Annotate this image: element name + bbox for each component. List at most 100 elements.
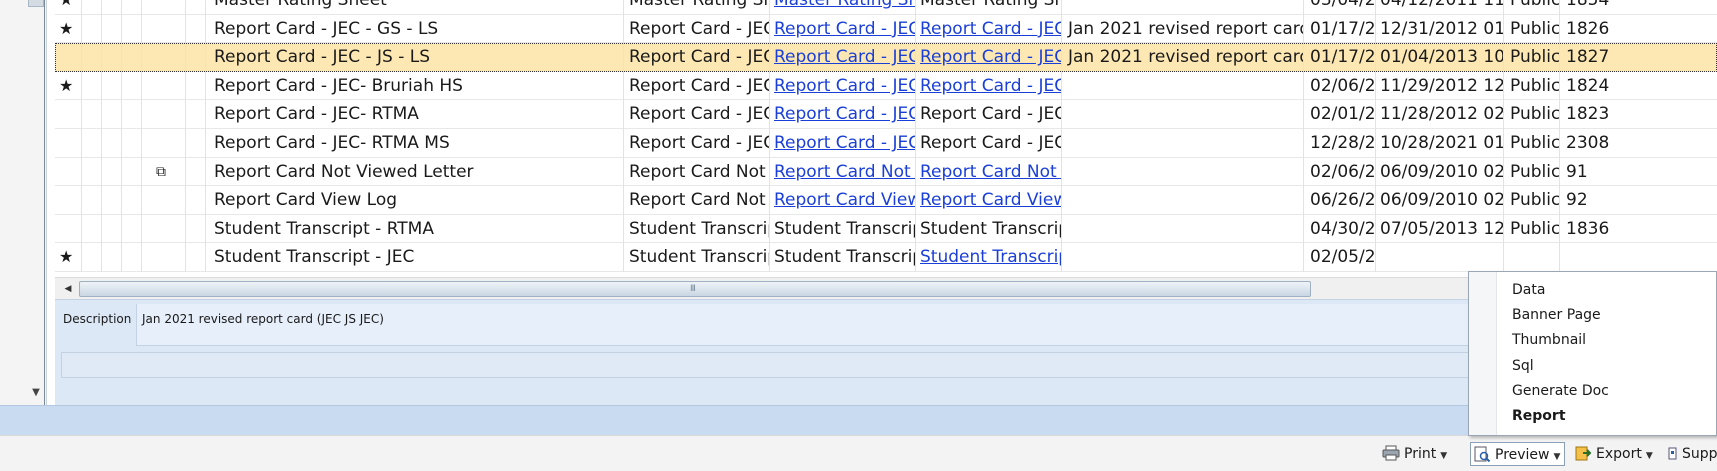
horizontal-scrollbar-thumb[interactable]: III (79, 281, 1311, 297)
favorite-star-icon[interactable]: ★ (55, 0, 81, 15)
grid-spacer (81, 243, 101, 272)
preview-button[interactable]: Preview ▼ (1470, 442, 1565, 466)
grid-spacer (81, 0, 101, 15)
grid-spacer (81, 129, 101, 158)
grid-spacer (121, 71, 141, 101)
table-row[interactable]: ★Master Rating SheetMaster Rating ShMast… (55, 0, 1717, 15)
favorite-star-icon[interactable] (55, 129, 81, 158)
report-link-cell[interactable]: Report Card View (769, 186, 915, 215)
table-row[interactable]: Report Card - JEC- RTMA MS Report Card - … (55, 129, 1717, 158)
report-link-cell[interactable]: Student Transcript (915, 243, 1061, 272)
export-dropdown-icon[interactable]: ▼ (1646, 451, 1653, 461)
report-type-icon (141, 43, 185, 72)
favorite-star-icon[interactable] (55, 215, 81, 244)
left-scrollbar[interactable]: ▼ (0, 0, 46, 405)
export-button[interactable]: Export ▼ (1574, 442, 1658, 466)
created-date-cell: 07/05/2013 12: (1375, 214, 1503, 244)
report-type-icon (141, 100, 185, 129)
printer-icon (1382, 445, 1400, 461)
report-type-icon (141, 129, 185, 158)
favorite-star-icon[interactable]: ★ (55, 15, 81, 44)
table-row[interactable]: Student Transcript - RTMA Student Transcr… (55, 214, 1717, 244)
favorite-star-icon[interactable] (55, 100, 81, 129)
grid-spacer (101, 71, 121, 101)
modified-date-cell: 02/06/2 (1303, 71, 1375, 101)
description-cell: Jan 2021 revised report card (J (1061, 14, 1303, 44)
report-link-cell[interactable]: Master Rating She (769, 0, 915, 15)
menu-item-sql[interactable]: Sql (1512, 355, 1702, 377)
id-cell: 92 (1559, 186, 1717, 215)
favorite-star-icon[interactable]: ★ (55, 243, 81, 272)
created-date-cell (1375, 243, 1503, 272)
report-link-cell[interactable]: Report Card - JEC (915, 43, 1061, 72)
support-button[interactable]: Supp (1668, 442, 1717, 466)
report-link-cell[interactable]: Report Card - JEC- (769, 71, 915, 101)
grid-spacer (185, 243, 205, 272)
table-row[interactable]: ★ Report Card - JEC- Bruriah HS Report Car… (55, 71, 1717, 101)
table-row[interactable]: Report Card - JEC- RTMA Report Card - JEC… (55, 100, 1717, 129)
report-link-cell[interactable]: Report Card - JEC (915, 14, 1061, 44)
favorite-star-icon[interactable]: ★ (55, 72, 81, 101)
table-row[interactable]: ★ Student Transcript - JEC Student Transcr… (55, 243, 1717, 272)
description-cell (1061, 157, 1303, 187)
grid-spacer (121, 0, 141, 15)
favorite-star-icon[interactable] (55, 186, 81, 215)
created-date-cell: 12/31/2012 01: (1375, 14, 1503, 44)
table-row[interactable]: Report Card View Log Report Card Not Repor… (55, 186, 1717, 215)
category-cell: Master Rating Sh (623, 0, 769, 15)
grid-spacer (121, 157, 141, 187)
description-cell (1061, 0, 1303, 15)
menu-item-data[interactable]: Data (1512, 279, 1702, 301)
export-label: Export (1596, 446, 1642, 462)
category-cell: Report Card - JEC (623, 100, 769, 129)
id-cell (1559, 243, 1717, 272)
grid-spacer (101, 214, 121, 244)
print-label: Print (1404, 446, 1437, 462)
report-link-cell[interactable]: Report Card - JEC- (769, 129, 915, 158)
favorite-star-icon[interactable] (55, 43, 81, 72)
menu-item-generate-doc[interactable]: Generate Doc (1512, 380, 1702, 402)
report-link-cell[interactable]: Report Card - JEC- (915, 71, 1061, 101)
menu-item-banner-page[interactable]: Banner Page (1512, 304, 1702, 326)
category-cell: Report Card - JEC (623, 129, 769, 158)
report-type-icon (141, 14, 185, 44)
description-cell (1061, 100, 1303, 129)
report-name-cell: Report Card - JEC- RTMA MS (205, 129, 623, 158)
grid-spacer (185, 43, 205, 72)
grid-spacer (101, 100, 121, 129)
report-link-cell[interactable]: Report Card Not Vi (769, 157, 915, 187)
report-link-cell[interactable]: Report Card View L (915, 186, 1061, 215)
report-link-cell[interactable]: Report Card - JEC- (769, 100, 915, 129)
description-cell (1061, 129, 1303, 158)
table-row-selected[interactable]: Report Card - JEC - JS - LS Report Card -… (55, 43, 1717, 72)
report-name-cell: Report Card - JEC - JS - LS (205, 43, 623, 72)
menu-item-thumbnail[interactable]: Thumbnail (1512, 329, 1702, 351)
grid-spacer (185, 186, 205, 215)
favorite-star-icon[interactable] (55, 158, 81, 187)
left-panel: ▼ (0, 0, 47, 405)
report-link-cell[interactable]: Report Card - JEC (769, 14, 915, 44)
print-dropdown-icon[interactable]: ▼ (1440, 451, 1447, 461)
access-cell: Public (1503, 100, 1559, 129)
id-cell: 2308 (1559, 129, 1717, 158)
report-link-cell[interactable]: Report Card Not Vi (915, 157, 1061, 187)
left-scrollbar-thumb[interactable] (28, 0, 44, 7)
id-cell: 1826 (1559, 14, 1717, 44)
table-row[interactable]: ⧉ Report Card Not Viewed Letter Report Car… (55, 157, 1717, 187)
id-cell: 1854 (1559, 0, 1717, 15)
print-button[interactable]: Print ▼ (1382, 442, 1462, 466)
access-cell: Public (1503, 157, 1559, 187)
category-cell: Report Card - JEC (623, 71, 769, 101)
grid-spacer (81, 157, 101, 187)
menu-item-report[interactable]: Report (1512, 405, 1702, 427)
support-label: Supp (1682, 446, 1717, 462)
preview-dropdown-icon[interactable]: ▼ (1554, 452, 1561, 462)
category-cell: Report Card - JEC (623, 14, 769, 44)
description-field[interactable]: Jan 2021 revised report card (JEC JS JEC… (136, 304, 1526, 346)
grid-spacer (81, 214, 101, 244)
id-cell: 1827 (1559, 43, 1717, 72)
table-row[interactable]: ★ Report Card - JEC - GS - LS Report Card … (55, 14, 1717, 44)
scroll-down-arrow-icon[interactable]: ▼ (28, 383, 44, 403)
report-link-cell[interactable]: Report Card - JEC (769, 43, 915, 72)
scroll-left-arrow-icon[interactable]: ◀ (61, 282, 75, 296)
